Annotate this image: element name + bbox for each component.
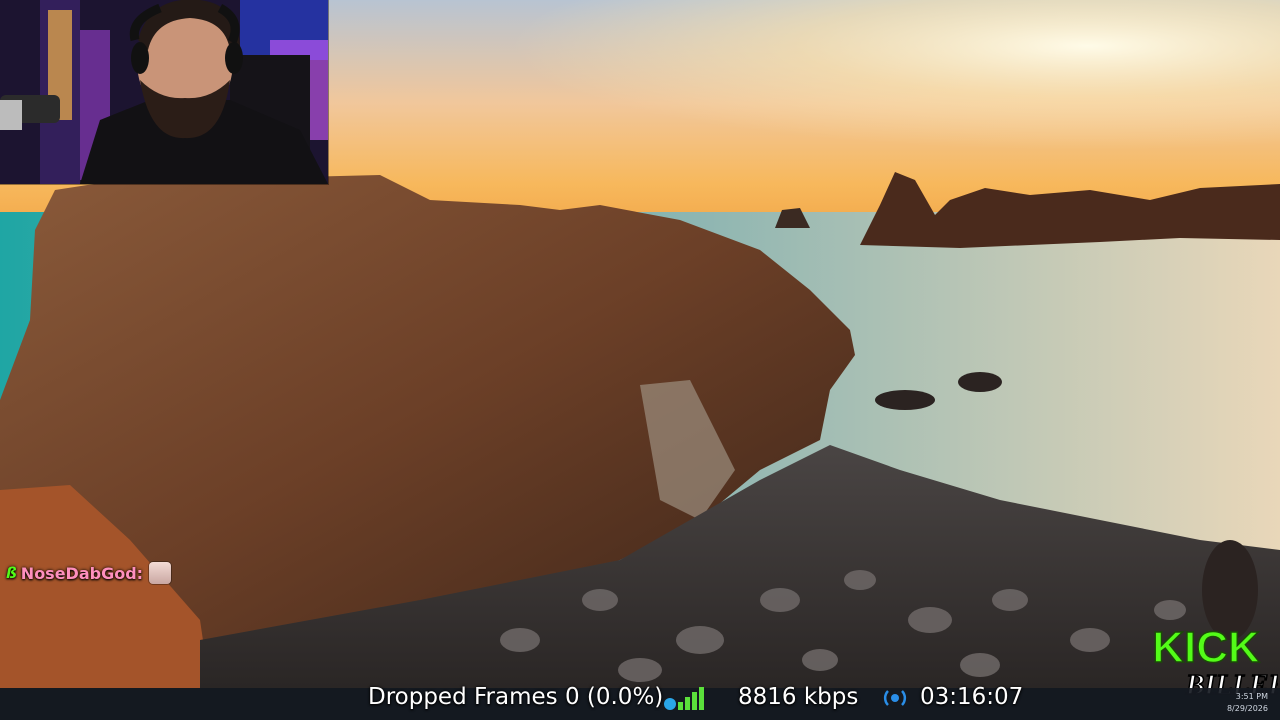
kick-logo-text: KICK [1152,623,1260,672]
emote-icon [149,562,172,584]
chat-username: NoseDabGod: [20,563,144,583]
broadcast-icon [883,690,907,706]
uptime-stat: 03:16:07 [920,684,1024,710]
signal-bars-icon [664,687,704,710]
chat-message: ß NoseDabGod: [6,562,172,584]
tray-clock-date[interactable]: 8/29/2026 [1222,704,1268,713]
tray-clock-time[interactable]: 3:51 PM [1222,692,1268,701]
streamer-camera-feed [0,0,328,184]
subscriber-badge-icon: ß [6,564,17,582]
webcam-overlay [0,0,328,184]
dropped-frames-stat: Dropped Frames 0 (0.0%) [368,684,664,710]
bitrate-stat: 8816 kbps [738,684,859,710]
